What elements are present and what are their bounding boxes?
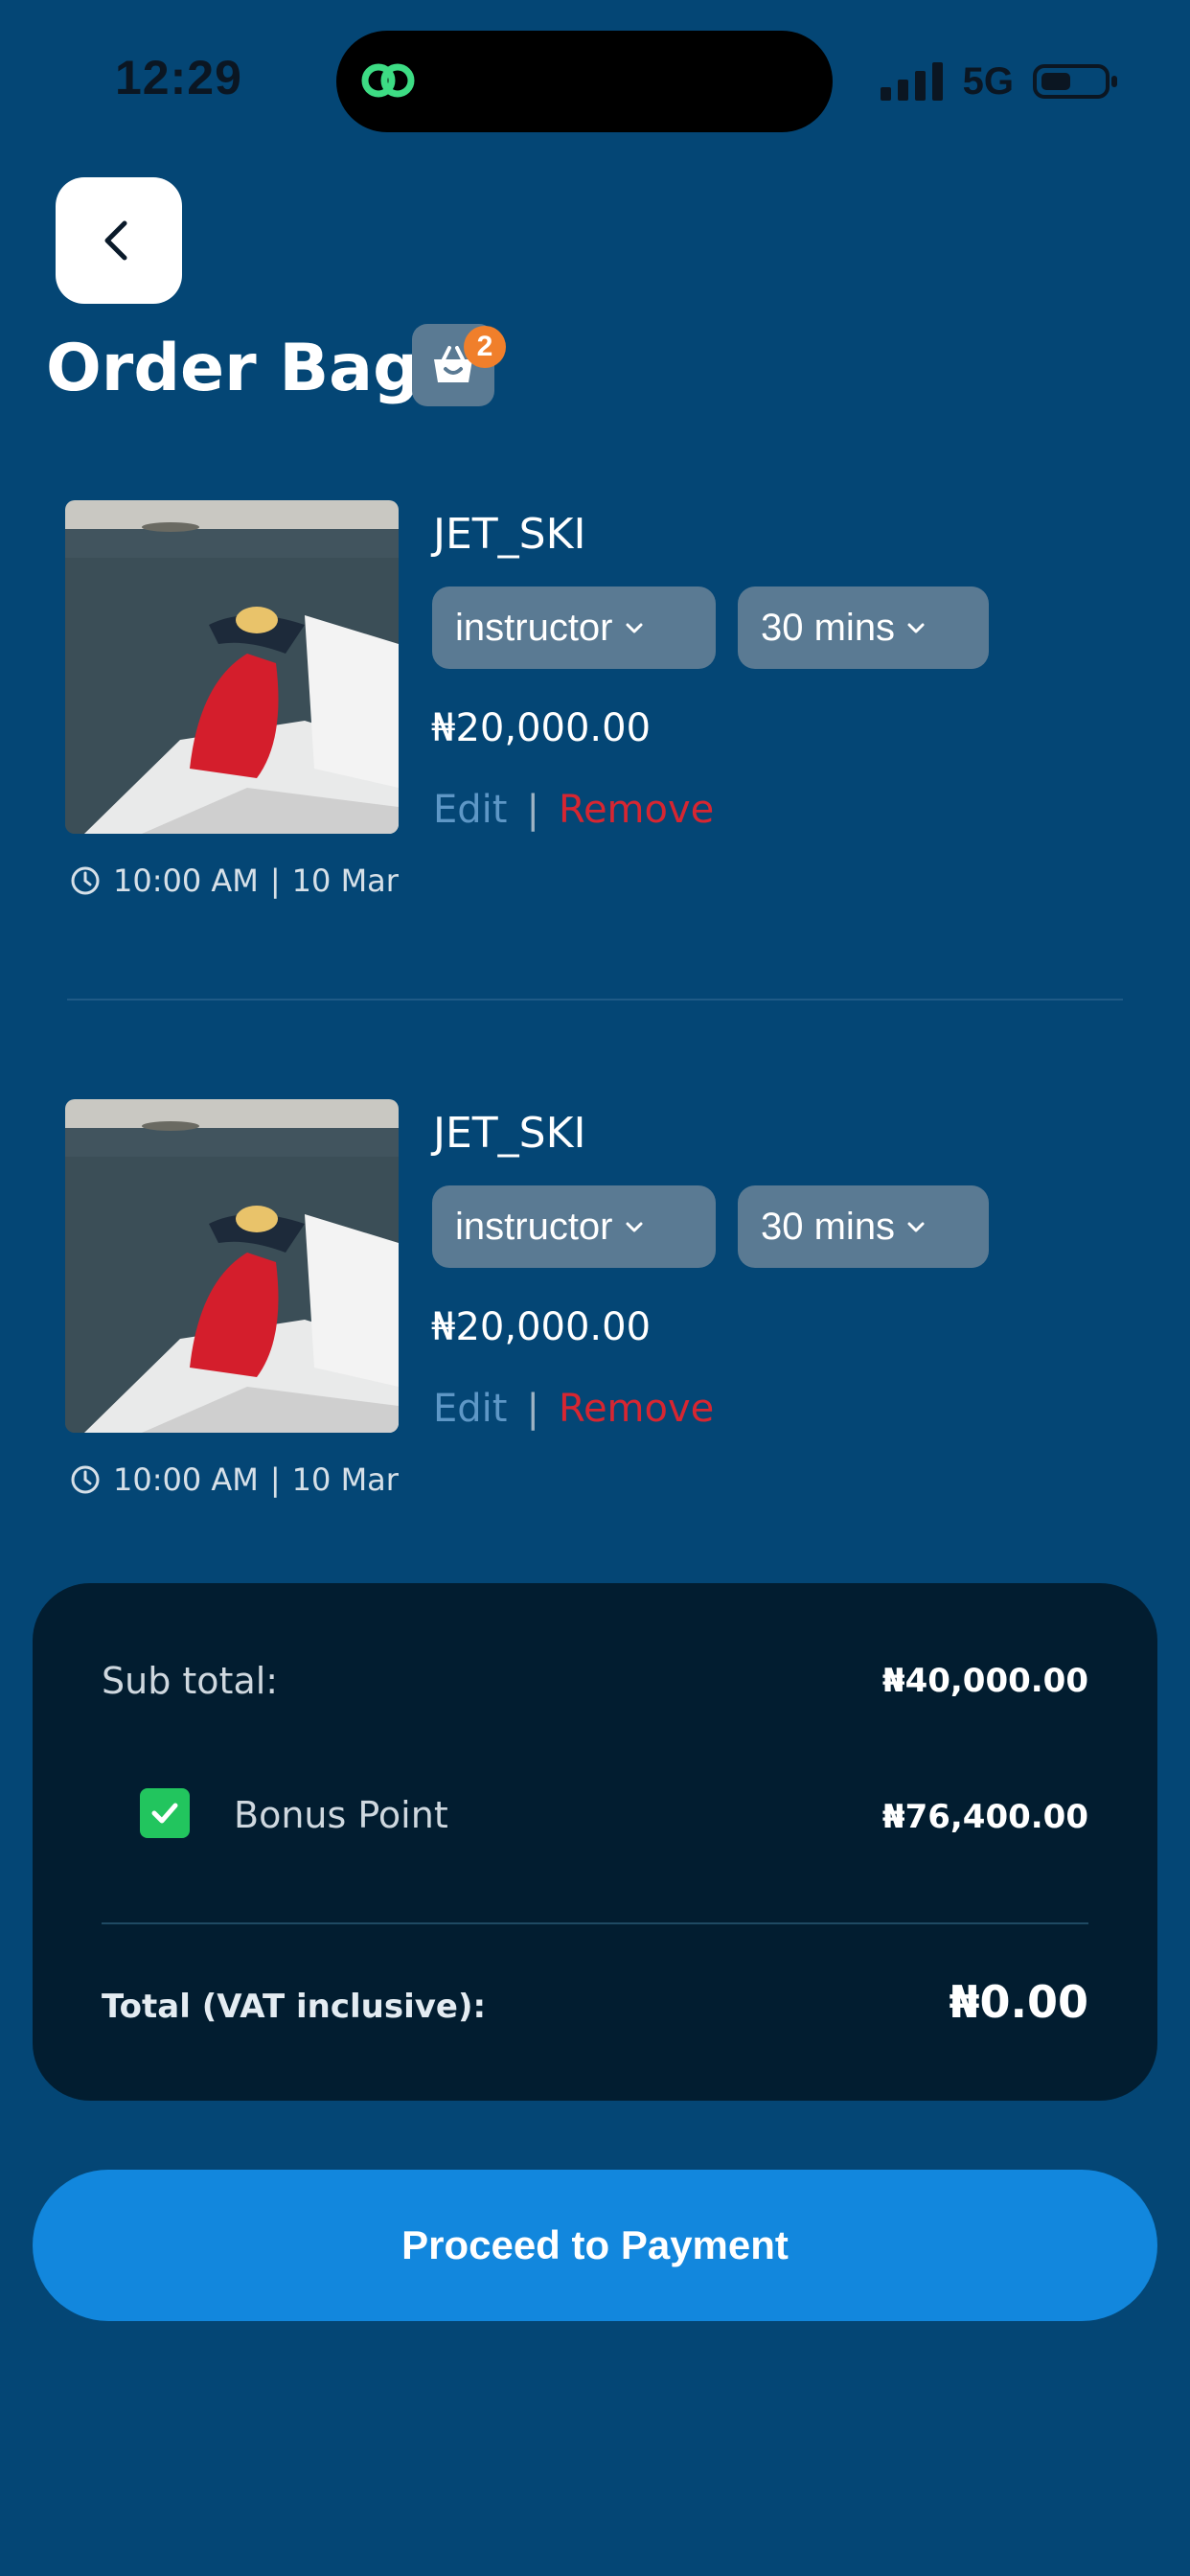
remove-link[interactable]: Remove bbox=[559, 1387, 714, 1431]
remove-link[interactable]: Remove bbox=[559, 788, 714, 832]
proceed-to-payment-button[interactable]: Proceed to Payment bbox=[33, 2170, 1157, 2321]
duration-dropdown[interactable]: 30 mins bbox=[738, 1185, 989, 1268]
edit-link[interactable]: Edit bbox=[433, 788, 507, 832]
back-button[interactable] bbox=[56, 177, 182, 304]
option-value: instructor bbox=[455, 606, 613, 649]
item-price: ₦20,000.00 bbox=[431, 706, 652, 750]
booking-date-value: 10 Mar bbox=[291, 862, 399, 899]
status-time: 12:29 bbox=[115, 51, 242, 104]
item-actions: Edit | Remove bbox=[433, 788, 714, 832]
option-dropdown[interactable]: instructor bbox=[432, 1185, 716, 1268]
bonus-point-checkbox[interactable] bbox=[140, 1788, 190, 1838]
dynamic-island bbox=[336, 31, 833, 132]
order-item: JET_SKI instructor 30 mins ₦20,000.00 Ed… bbox=[0, 1099, 1190, 1502]
clock-icon bbox=[71, 1465, 100, 1494]
jet-ski-image bbox=[65, 500, 399, 834]
summary-divider bbox=[102, 1922, 1088, 1924]
edit-link[interactable]: Edit bbox=[433, 1387, 507, 1431]
meta-separator: | bbox=[269, 1461, 281, 1498]
status-indicators: 5G bbox=[880, 58, 1119, 105]
chevron-down-icon bbox=[626, 1222, 642, 1232]
clock-icon bbox=[71, 866, 100, 895]
battery-icon bbox=[1033, 64, 1117, 99]
total-value: ₦0.00 bbox=[949, 1976, 1088, 2028]
link-app-icon bbox=[361, 63, 415, 98]
subtotal-value: ₦40,000.00 bbox=[881, 1662, 1088, 1700]
meta-separator: | bbox=[269, 862, 281, 899]
action-separator: | bbox=[526, 1387, 539, 1431]
duration-value: 30 mins bbox=[761, 606, 896, 649]
status-bar: 12:29 5G bbox=[0, 0, 1190, 163]
order-summary-card: Sub total: ₦40,000.00 Bonus Point ₦76,40… bbox=[33, 1583, 1157, 2101]
item-actions: Edit | Remove bbox=[433, 1387, 714, 1431]
option-value: instructor bbox=[455, 1205, 613, 1248]
item-name: JET_SKI bbox=[433, 510, 586, 559]
subtotal-label: Sub total: bbox=[102, 1660, 279, 1702]
item-price: ₦20,000.00 bbox=[431, 1305, 652, 1349]
page-title: Order Bag bbox=[46, 331, 420, 406]
booking-time-value: 10:00 AM bbox=[113, 862, 259, 899]
signal-icon bbox=[880, 62, 943, 101]
booking-time-value: 10:00 AM bbox=[113, 1461, 259, 1498]
duration-value: 30 mins bbox=[761, 1205, 896, 1248]
option-dropdown[interactable]: instructor bbox=[432, 586, 716, 669]
jet-ski-image bbox=[65, 1099, 399, 1433]
cart-count-badge: 2 bbox=[464, 326, 506, 368]
item-name: JET_SKI bbox=[433, 1109, 586, 1158]
bonus-point-value: ₦76,400.00 bbox=[881, 1798, 1088, 1836]
duration-dropdown[interactable]: 30 mins bbox=[738, 586, 989, 669]
chevron-left-icon bbox=[104, 220, 127, 261]
booking-time: 10:00 AM | 10 Mar bbox=[69, 1461, 399, 1498]
order-item: JET_SKI instructor 30 mins ₦20,000.00 Ed… bbox=[0, 500, 1190, 903]
booking-date-value: 10 Mar bbox=[291, 1461, 399, 1498]
checkmark-icon bbox=[151, 1803, 178, 1824]
chevron-down-icon bbox=[626, 623, 642, 633]
booking-time: 10:00 AM | 10 Mar bbox=[69, 862, 399, 899]
chevron-down-icon bbox=[907, 623, 925, 633]
network-label: 5G bbox=[962, 59, 1014, 103]
action-separator: | bbox=[526, 788, 539, 832]
bonus-point-label: Bonus Point bbox=[234, 1794, 448, 1836]
item-divider bbox=[67, 999, 1123, 1000]
total-label: Total (VAT inclusive): bbox=[102, 1988, 487, 2026]
chevron-down-icon bbox=[907, 1222, 925, 1232]
